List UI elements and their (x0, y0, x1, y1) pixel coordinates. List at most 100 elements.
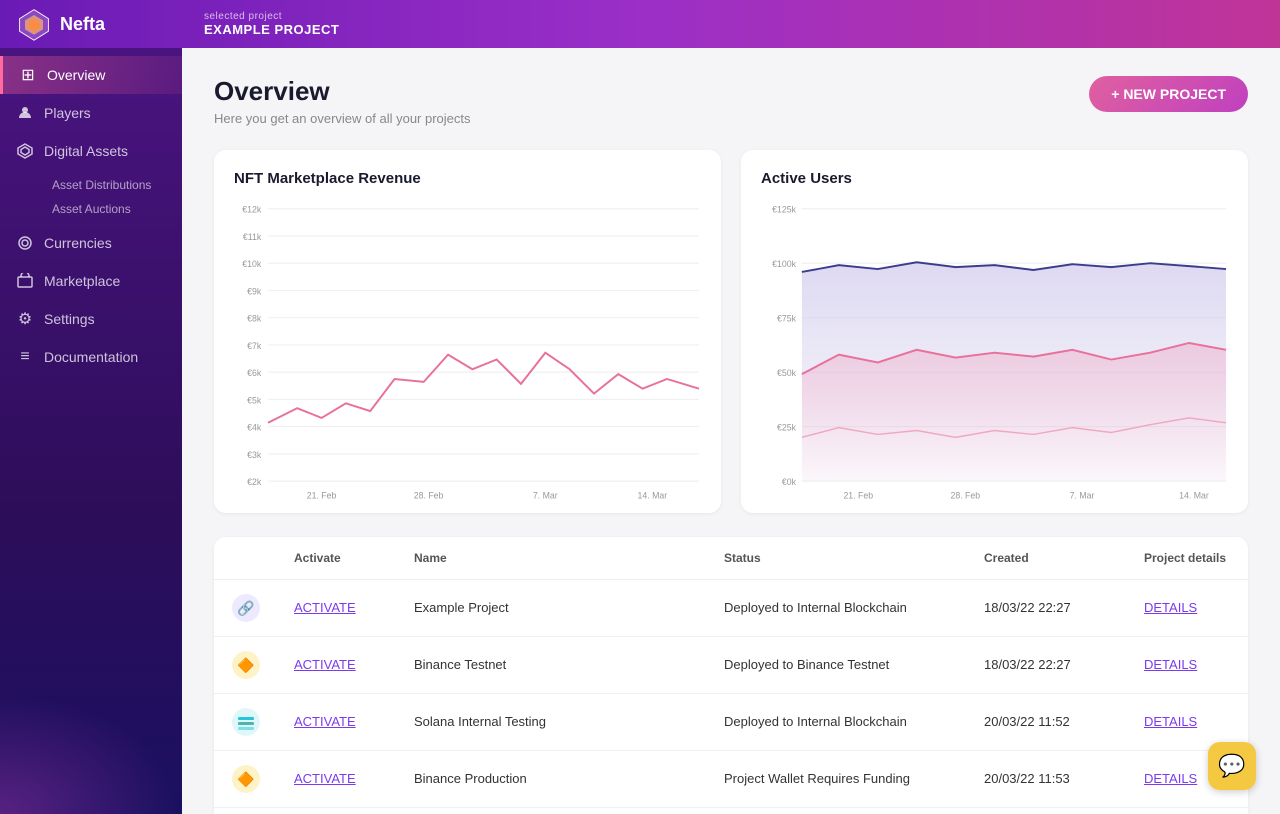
row-created-cell: 18/03/22 22:27 (968, 636, 1128, 693)
col-status: Status (708, 537, 968, 580)
details-link[interactable]: DETAILS (1144, 714, 1197, 729)
page-header: Overview Here you get an overview of all… (214, 76, 1248, 126)
row-status-cell: Deployed to Internal Blockchain (708, 579, 968, 636)
sidebar-item-players[interactable]: Players (0, 94, 182, 132)
page-subtitle: Here you get an overview of all your pro… (214, 111, 471, 126)
active-users-chart-area: €125k €100k €75k €50k €25k €0k (761, 199, 1228, 501)
project-icon-binance-yellow: 🔶 (230, 649, 262, 681)
project-name: EXAMPLE PROJECT (204, 22, 339, 37)
active-users-chart-card: Active Users €125k €100k €75k €50k €25k … (741, 150, 1248, 513)
sidebar-label-currencies: Currencies (44, 235, 112, 251)
row-details-cell: DETAILS (1128, 636, 1248, 693)
nft-chart-area: €12k €11k €10k €9k €8k €7k €6k €5k €4k €… (234, 199, 701, 501)
svg-text:21. Feb: 21. Feb (843, 491, 873, 501)
col-details: Project details (1128, 537, 1248, 580)
svg-text:14. Mar: 14. Mar (638, 491, 668, 501)
documentation-icon: ≡ (16, 348, 34, 366)
row-name-cell: Binance Production (398, 750, 708, 807)
col-created: Created (968, 537, 1128, 580)
nft-chart-svg: €12k €11k €10k €9k €8k €7k €6k €5k €4k €… (234, 199, 701, 501)
row-name-cell: Solana Internal Testing (398, 693, 708, 750)
logo: Nefta (16, 6, 196, 42)
svg-text:€50k: €50k (777, 368, 797, 378)
row-activate-cell: ACTIVATE (278, 693, 398, 750)
sidebar-label-documentation: Documentation (44, 349, 138, 365)
table-row: 🔗 ACTIVATE Example Project Deployed to I… (214, 579, 1248, 636)
row-status-cell: Project Wallet Requires Funding (708, 807, 968, 814)
svg-text:€3k: €3k (247, 450, 262, 460)
logo-icon (16, 6, 52, 42)
page-header-text: Overview Here you get an overview of all… (214, 76, 471, 126)
sidebar-item-overview[interactable]: ⊞ Overview (0, 56, 182, 94)
svg-text:28. Feb: 28. Feb (414, 491, 444, 501)
players-icon (16, 104, 34, 122)
sidebar-label-settings: Settings (44, 311, 95, 327)
row-icon-cell: 🔶 (214, 750, 278, 807)
activate-link[interactable]: ACTIVATE (294, 714, 356, 729)
details-link[interactable]: DETAILS (1144, 771, 1197, 786)
row-icon-cell: 🔗 (214, 579, 278, 636)
details-link[interactable]: DETAILS (1144, 600, 1197, 615)
new-project-button[interactable]: + NEW PROJECT (1089, 76, 1248, 112)
svg-text:€75k: €75k (777, 314, 797, 324)
table-header-row: Activate Name Status Created Project det… (214, 537, 1248, 580)
svg-text:€9k: €9k (247, 286, 262, 296)
nft-chart-title: NFT Marketplace Revenue (234, 170, 701, 187)
logo-text: Nefta (60, 14, 105, 35)
row-created-cell: 20/03/22 11:53 (968, 807, 1128, 814)
overview-icon: ⊞ (19, 66, 37, 84)
sidebar-item-digital-assets[interactable]: Digital Assets (0, 132, 182, 170)
svg-text:€2k: €2k (247, 477, 262, 487)
main-content: Overview Here you get an overview of all… (182, 48, 1280, 814)
svg-text:🔶: 🔶 (237, 771, 254, 788)
svg-text:€100k: €100k (772, 259, 796, 269)
chat-button[interactable]: 💬 (1208, 742, 1256, 790)
digital-assets-icon (16, 142, 34, 160)
project-info: selected project EXAMPLE PROJECT (204, 11, 339, 37)
activate-link[interactable]: ACTIVATE (294, 657, 356, 672)
project-icon-purple-chain: 🔗 (230, 592, 262, 624)
sidebar-item-settings[interactable]: ⚙ Settings (0, 300, 182, 338)
col-name: Name (398, 537, 708, 580)
row-activate-cell: ACTIVATE (278, 807, 398, 814)
col-activate: Activate (278, 537, 398, 580)
sidebar-item-currencies[interactable]: Currencies (0, 224, 182, 262)
svg-text:7. Mar: 7. Mar (533, 491, 558, 501)
sidebar-item-marketplace[interactable]: Marketplace (0, 262, 182, 300)
projects-table-card: Activate Name Status Created Project det… (214, 537, 1248, 814)
svg-text:€25k: €25k (777, 423, 797, 433)
marketplace-icon (16, 272, 34, 290)
sidebar-label-players: Players (44, 105, 91, 121)
projects-table: Activate Name Status Created Project det… (214, 537, 1248, 814)
svg-text:28. Feb: 28. Feb (950, 491, 980, 501)
svg-text:€5k: €5k (247, 395, 262, 405)
row-icon-cell (214, 693, 278, 750)
activate-link[interactable]: ACTIVATE (294, 600, 356, 615)
details-link[interactable]: DETAILS (1144, 657, 1197, 672)
sidebar: ⊞ Overview Players Digital Assets Asset … (0, 48, 182, 814)
sidebar-item-asset-auctions[interactable]: Asset Auctions (44, 198, 182, 220)
active-users-chart-svg: €125k €100k €75k €50k €25k €0k (761, 199, 1228, 501)
row-icon-cell: 🔶 (214, 636, 278, 693)
sidebar-item-documentation[interactable]: ≡ Documentation (0, 338, 182, 376)
topbar: Nefta selected project EXAMPLE PROJECT (0, 0, 1280, 48)
row-activate-cell: ACTIVATE (278, 636, 398, 693)
sidebar-label-digital-assets: Digital Assets (44, 143, 128, 159)
row-status-cell: Deployed to Internal Blockchain (708, 693, 968, 750)
row-details-cell: DETAILS (1128, 807, 1248, 814)
svg-text:€4k: €4k (247, 423, 262, 433)
sidebar-item-asset-distributions[interactable]: Asset Distributions (44, 174, 182, 196)
table-row: 🔶 ACTIVATE Binance Production Project Wa… (214, 750, 1248, 807)
table-row: 🔗 ACTIVATE Polygon Production Project Wa… (214, 807, 1248, 814)
project-icon-solana-stripe (230, 706, 262, 738)
row-details-cell: DETAILS (1128, 579, 1248, 636)
settings-icon: ⚙ (16, 310, 34, 328)
row-created-cell: 20/03/22 11:52 (968, 693, 1128, 750)
svg-text:€0k: €0k (782, 477, 797, 487)
sidebar-label-marketplace: Marketplace (44, 273, 120, 289)
row-icon-cell: 🔗 (214, 807, 278, 814)
svg-text:🔶: 🔶 (237, 657, 254, 674)
nft-revenue-chart-card: NFT Marketplace Revenue €12k €11k €10k €… (214, 150, 721, 513)
svg-text:21. Feb: 21. Feb (307, 491, 337, 501)
activate-link[interactable]: ACTIVATE (294, 771, 356, 786)
